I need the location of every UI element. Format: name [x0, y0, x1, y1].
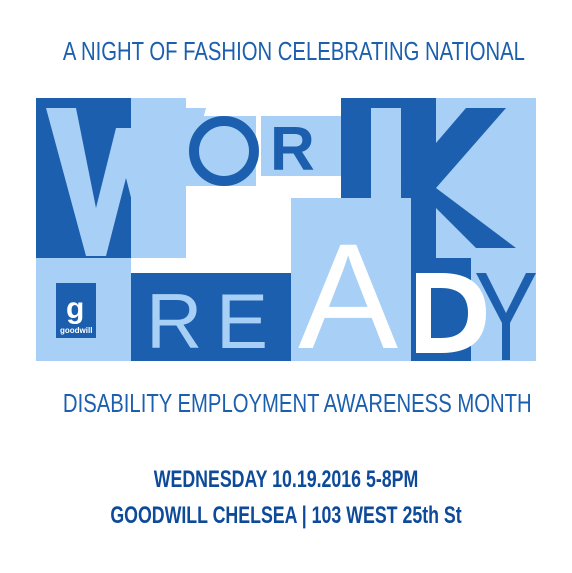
headline-top: A NIGHT OF FASHION CELEBRATING NATIONAL	[62, 36, 525, 66]
letter-r-top: R	[270, 115, 315, 184]
letter-a: A	[298, 212, 398, 361]
event-date-time: WEDNESDAY 10.19.2016 5-8PM	[153, 466, 419, 493]
goodwill-logo-text: goodwill	[60, 326, 92, 335]
event-location: GOODWILL CHELSEA | 103 WEST 25th St	[110, 502, 462, 529]
goodwill-logo-g: g	[66, 292, 84, 325]
letter-e: E	[216, 277, 268, 361]
work-ready-artwork: R g goodwill R E A	[36, 98, 536, 361]
headline-bottom: DISABILITY EMPLOYMENT AWARENESS MONTH	[62, 388, 532, 418]
letter-r-bottom: R	[146, 277, 202, 361]
